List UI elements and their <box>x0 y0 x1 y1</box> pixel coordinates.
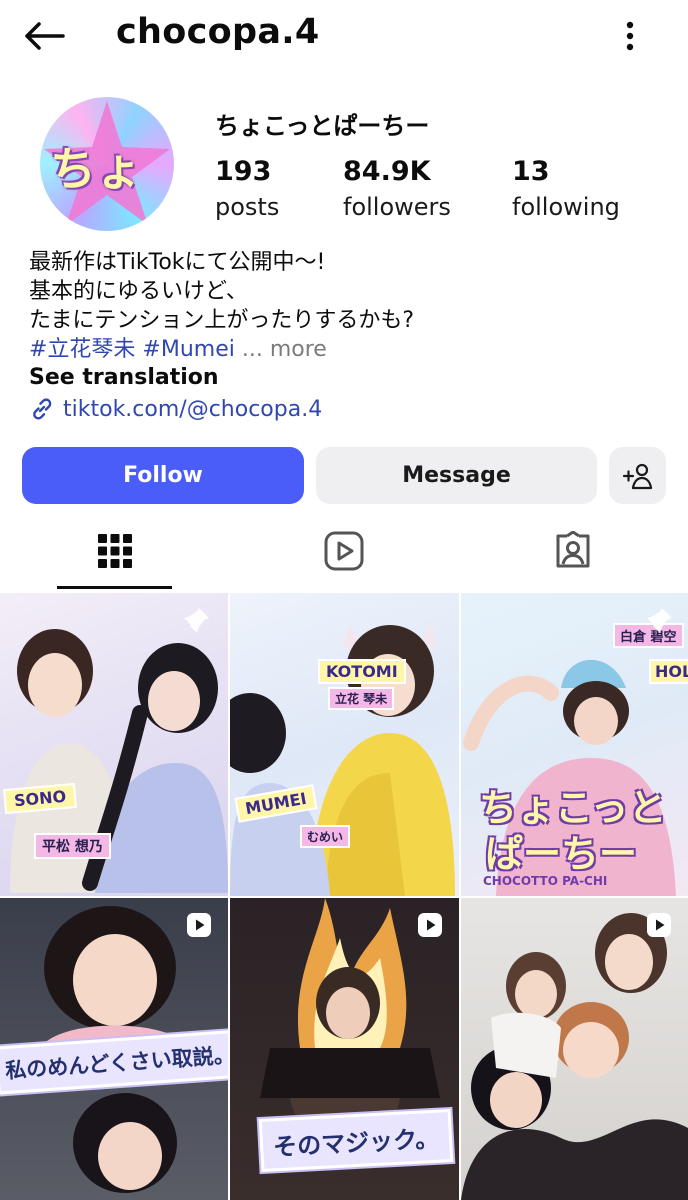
logo-subtext: CHOCOTTO PA-CHI <box>483 874 608 888</box>
tab-reels[interactable] <box>229 512 458 590</box>
bio-line: 基本的にゆるいけど、 <box>29 279 248 304</box>
more-options-icon[interactable] <box>612 14 648 58</box>
followers-label: followers <box>343 193 451 221</box>
post-tile[interactable]: そのマジック。 <box>230 898 459 1200</box>
bio-line: 最新作はTikTokにて公開中〜! <box>29 250 326 275</box>
add-user-icon <box>622 463 652 489</box>
follow-button[interactable]: Follow <box>22 447 304 504</box>
post-image <box>230 623 455 896</box>
avatar-logo-text: ちょ <box>50 142 142 196</box>
member-name-tag: HOL <box>649 659 688 684</box>
followers-count: 84.9K <box>343 156 431 187</box>
profile-tabs <box>0 512 688 592</box>
post-tile[interactable]: SONO 平松 想乃 <box>0 593 228 896</box>
stat-following[interactable]: 13 following <box>512 156 620 221</box>
add-user-button[interactable] <box>609 447 666 504</box>
pin-icon <box>647 608 672 633</box>
grid-icon <box>97 534 132 568</box>
posts-count: 193 <box>215 156 272 187</box>
reel-icon <box>187 913 211 937</box>
member-name-tag: むめい <box>300 825 351 848</box>
profile-username: chocopa.4 <box>116 12 320 52</box>
member-name-tag: KOTOMI <box>318 659 406 684</box>
post-tile[interactable]: 白倉 碧空 HOL ちょこっと ぱーちー CHOCOTTO PA-CHI <box>461 593 688 896</box>
tab-tagged[interactable] <box>458 512 687 590</box>
tab-posts-grid[interactable] <box>0 512 229 590</box>
posts-grid: SONO 平松 想乃 KOTOMI 立花 琴未 MUMEI むめい 白倉 碧空 … <box>0 593 688 1200</box>
posts-label: posts <box>215 193 280 221</box>
stat-posts[interactable]: 193 posts <box>215 156 279 221</box>
display-name: ちょこっとぱーちー <box>215 112 430 140</box>
member-name-tag: 平松 想乃 <box>34 833 111 859</box>
stat-followers[interactable]: 84.9K followers <box>343 156 451 221</box>
following-label: following <box>512 193 620 221</box>
reel-icon <box>647 913 671 937</box>
pin-icon <box>184 608 209 633</box>
post-tile[interactable]: KOTOMI 立花 琴未 MUMEI むめい <box>230 593 459 896</box>
logo-text-bottom: ぱーちー <box>485 832 638 876</box>
bio-hashtags[interactable]: #立花琴未 #Mumei <box>29 337 235 362</box>
top-bar: chocopa.4 <box>0 0 688 72</box>
following-count: 13 <box>512 156 550 187</box>
message-button[interactable]: Message <box>316 447 597 504</box>
profile-bio: 最新作はTikTokにて公開中〜! 基本的にゆるいけど、 たまにテンション上がっ… <box>29 248 669 364</box>
post-image <box>461 913 688 1200</box>
bio-more-link[interactable]: ... more <box>242 337 327 362</box>
post-caption: そのマジック。 <box>258 1109 454 1172</box>
post-tile[interactable] <box>461 898 688 1200</box>
reels-icon <box>324 531 363 571</box>
profile-external-link[interactable]: tiktok.com/@chocopa.4 <box>29 396 322 422</box>
link-text: tiktok.com/@chocopa.4 <box>63 396 323 422</box>
post-tile[interactable]: 私のめんどくさい取説。 <box>0 898 228 1200</box>
reel-icon <box>418 913 442 937</box>
see-translation-link[interactable]: See translation <box>29 365 219 390</box>
tagged-icon <box>556 531 589 568</box>
back-arrow-icon[interactable] <box>20 14 68 58</box>
link-icon <box>33 398 52 420</box>
bio-line: たまにテンション上がったりするかも? <box>29 308 415 333</box>
active-tab-indicator <box>57 586 172 589</box>
member-name-tag: 立花 琴未 <box>328 687 395 710</box>
profile-avatar[interactable]: ちょ <box>40 97 174 231</box>
